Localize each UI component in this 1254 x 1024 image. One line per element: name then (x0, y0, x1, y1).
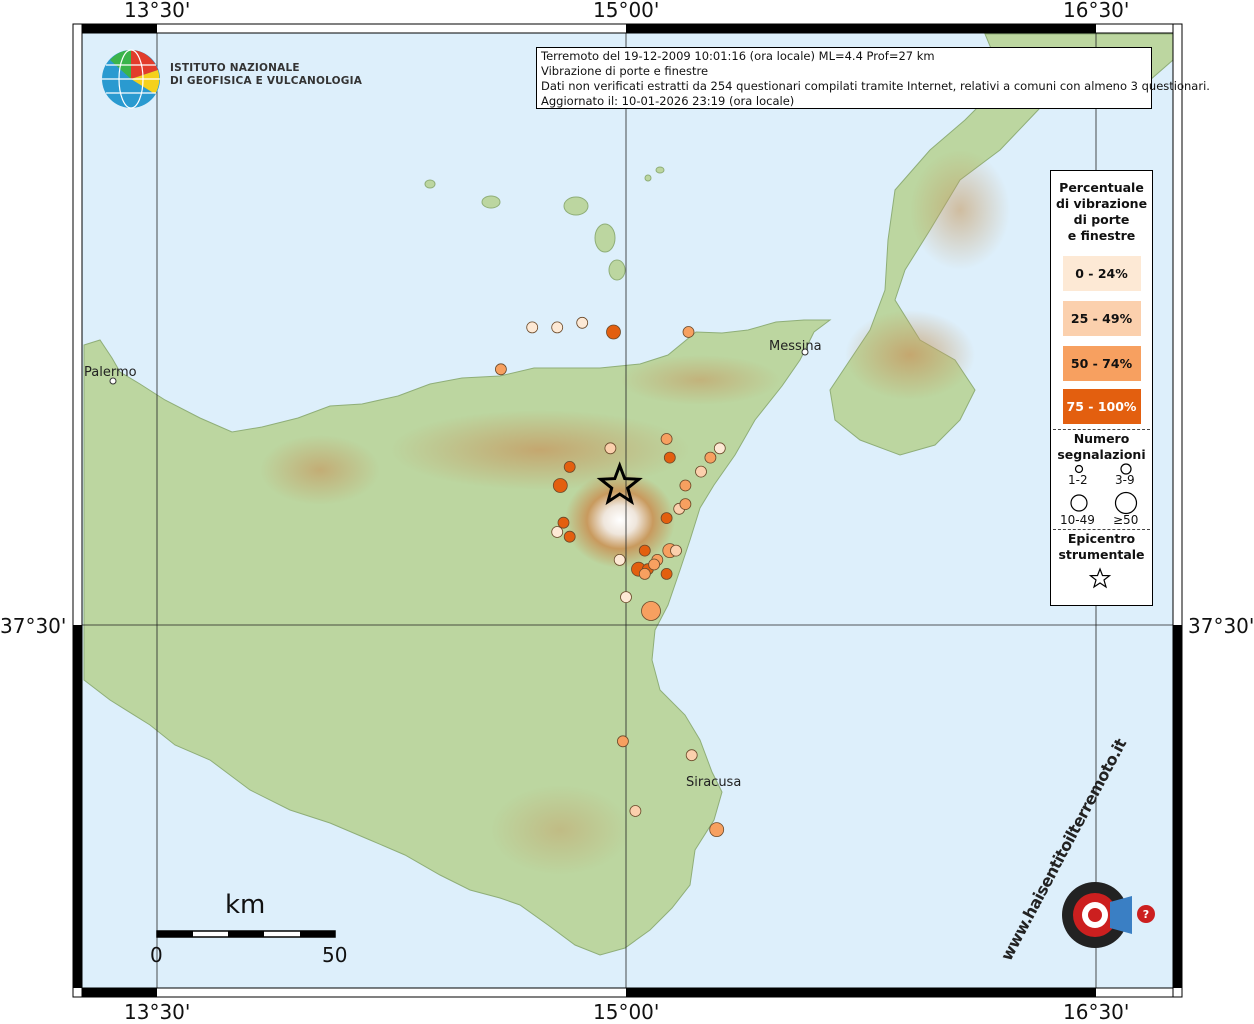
lon-label-top-2: 15°00' (593, 0, 660, 22)
observation-point (563, 530, 576, 543)
info-line-3: Dati non verificati estratti da 254 ques… (541, 79, 1210, 93)
observation-point (663, 451, 676, 464)
place-label-palermo: Palermo (84, 365, 137, 380)
legend-count-label: 1-2 (1068, 473, 1088, 487)
ingv-globe-icon (102, 49, 160, 109)
observation-point (563, 460, 576, 473)
observation-point (606, 324, 621, 340)
ingv-name: ISTITUTO NAZIONALE DI GEOFISICA E VULCAN… (170, 62, 362, 88)
lon-label-bottom-3: 16°30' (1063, 1000, 1130, 1024)
legend-class-1: 25 - 49% (1062, 301, 1141, 336)
legend-title-line: di porte (1073, 212, 1130, 227)
scale-min-label: 0 (150, 943, 163, 967)
ingv-line-2: DI GEOFISICA E VULCANOLOGIA (170, 75, 363, 87)
observation-point (641, 601, 661, 621)
observation-point (638, 568, 651, 580)
observation-point (494, 363, 507, 376)
observation-point (660, 433, 673, 445)
info-line-4: Aggiornato il: 10-01-2026 23:19 (ora loc… (541, 94, 795, 108)
legend-class-0: 0 - 24% (1062, 256, 1141, 291)
serre-relief (910, 150, 1010, 270)
scale-max-label: 50 (322, 943, 348, 967)
lon-label-bottom-2: 15°00' (593, 1000, 660, 1024)
star-icon (1088, 567, 1112, 589)
scale-title: km (225, 890, 266, 920)
peloritani-relief (620, 355, 780, 405)
observation-point (613, 554, 626, 566)
observation-point (670, 544, 682, 557)
aspromonte-relief (845, 310, 975, 400)
observation-point (557, 516, 570, 529)
scale-bar (156, 930, 336, 938)
legend-count-label: 3-9 (1115, 473, 1135, 487)
lon-label-bottom-1: 13°30' (124, 1000, 191, 1024)
ingv-line-1: ISTITUTO NAZIONALE (170, 62, 300, 74)
observation-point (679, 498, 692, 511)
legend-count-title: Numero segnalazioni (1051, 431, 1152, 463)
lat-label-right: 37°30' (1188, 614, 1254, 638)
observation-point (660, 512, 673, 524)
legend-count-label: 10-49 (1060, 513, 1095, 527)
observation-point (638, 544, 651, 557)
legend-epicenter-title: Epicentro strumentale (1051, 531, 1152, 563)
legend-title: Percentuale di vibrazione di porte e fin… (1051, 180, 1152, 244)
observation-point (713, 442, 726, 455)
place-label-siracusa: Siracusa (686, 775, 742, 790)
observation-point (660, 568, 673, 580)
event-info-box: Terremoto del 19-12-2009 10:01:16 (ora l… (536, 47, 1210, 109)
legend-class-3: 75 - 100% (1062, 389, 1141, 424)
iblei-relief (490, 785, 630, 875)
info-line-1: Terremoto del 19-12-2009 10:01:16 (ora l… (541, 49, 935, 63)
etna-relief (565, 472, 675, 568)
info-line-2: Vibrazione di porte e finestre (541, 64, 709, 78)
observation-point (648, 558, 660, 571)
observation-point (552, 478, 568, 493)
observation-point (704, 451, 717, 464)
legend-count-title-line: Numero (1073, 431, 1130, 446)
place-label-messina: Messina (769, 339, 822, 354)
observation-point (682, 326, 695, 338)
legend-title-line: Percentuale (1059, 180, 1144, 195)
observation-point (695, 465, 707, 478)
observation-point (709, 822, 725, 837)
legend-divider (1053, 529, 1150, 530)
legend-divider (1053, 429, 1150, 430)
lat-label-left: 37°30' (0, 614, 67, 638)
observation-point (620, 591, 632, 603)
lon-label-top-1: 13°30' (124, 0, 191, 22)
observation-point (617, 735, 629, 748)
observation-point (576, 316, 589, 329)
legend-title-line: di vibrazione (1055, 196, 1148, 211)
legend-panel: Percentuale di vibrazione di porte e fin… (1050, 170, 1153, 606)
observation-point (629, 805, 642, 817)
observation-point (551, 526, 564, 538)
svg-text:?: ? (1143, 908, 1149, 921)
legend-count-title-line: segnalazioni (1057, 447, 1146, 462)
legend-class-2: 50 - 74% (1062, 346, 1141, 381)
observation-point (551, 321, 564, 334)
observation-point (685, 749, 698, 762)
observation-point (679, 479, 692, 492)
lon-label-top-3: 16°30' (1063, 0, 1130, 22)
legend-count-label: ≥50 (1113, 513, 1139, 527)
observation-point (526, 321, 539, 334)
observation-point (604, 442, 617, 455)
legend-epicenter-title-line: strumentale (1058, 547, 1145, 562)
legend-epicenter-title-line: Epicentro (1067, 531, 1136, 546)
legend-title-line: e finestre (1067, 228, 1136, 243)
madonie-relief (260, 435, 380, 505)
